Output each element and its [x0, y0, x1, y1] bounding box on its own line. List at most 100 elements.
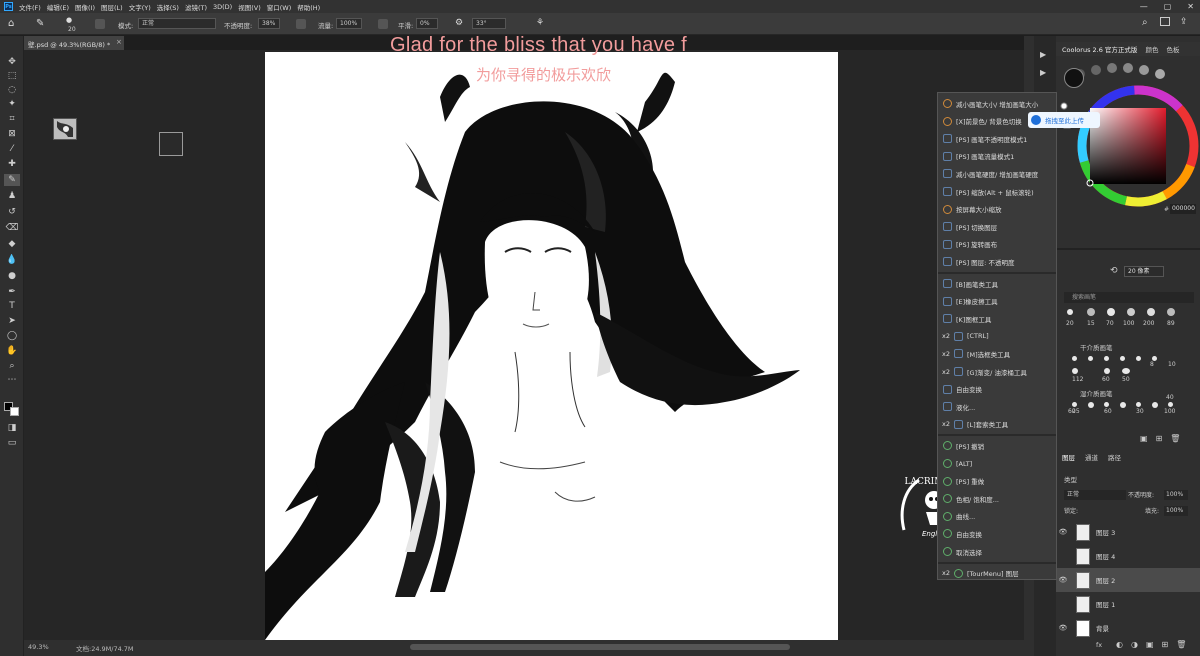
play-action-icon[interactable]: ▶ — [1040, 50, 1046, 59]
paint-bucket-icon[interactable]: ◆ — [4, 238, 20, 250]
tourmenu-item[interactable]: x2 [M]选框类工具 — [938, 345, 1056, 362]
tourmenu-item[interactable]: [PS] 图层: 不透明度 — [938, 253, 1056, 270]
path-select-icon[interactable]: ➤ — [4, 315, 20, 327]
layer-name[interactable]: 图层 4 — [1096, 551, 1115, 561]
visibility-eye-icon[interactable]: 👁 — [1056, 624, 1070, 632]
tourmenu-item[interactable]: x2 [CTRL] — [938, 328, 1056, 345]
fill-input[interactable]: 100% — [1164, 506, 1188, 516]
mode-select[interactable]: 正常 — [138, 18, 216, 29]
quick-mask-icon[interactable]: ◨ — [4, 422, 20, 434]
upload-tooltip[interactable]: 拖拽至此上传 — [1028, 112, 1100, 128]
symmetry-icon[interactable]: ⚘ — [536, 18, 544, 28]
pen-tool-icon[interactable]: ✒ — [4, 286, 20, 298]
document-tab[interactable]: 壁.psd @ 49.3%(RGB/8) * — [24, 36, 124, 50]
pressure-opacity-icon[interactable] — [296, 19, 306, 29]
brush-search-input[interactable]: 搜索画笔 — [1064, 292, 1194, 303]
visibility-eye-icon[interactable]: 👁 — [1056, 528, 1070, 536]
tab-swatches[interactable]: 色板 — [1166, 44, 1179, 54]
menu-layer[interactable]: 图层(L) — [101, 2, 123, 12]
trash-icon[interactable]: 🗑 — [1170, 434, 1180, 443]
tourmenu-item[interactable]: x2 [G]渐变/ 油漆桶工具 — [938, 363, 1056, 380]
foreground-color-circle[interactable] — [1064, 68, 1084, 88]
opacity-input[interactable]: 38% — [258, 18, 280, 29]
tourmenu-item[interactable]: 自由变换 — [938, 381, 1056, 398]
tourmenu-item[interactable]: [E]橡皮擦工具 — [938, 293, 1056, 310]
brush-group-wet-items[interactable]: 60 40 25 60 30 100 — [1068, 394, 1178, 420]
move-tool-icon[interactable]: ✥ — [4, 56, 20, 68]
folder-icon[interactable]: ▣ — [1140, 434, 1148, 443]
menu-window[interactable]: 窗口(W) — [267, 2, 292, 12]
brush-preset-row[interactable]: 20 15 70 100 200 89 — [1063, 305, 1200, 335]
search-icon[interactable]: ⌕ — [1142, 17, 1148, 28]
brush-preset-dot[interactable] — [1087, 308, 1095, 316]
trash-icon[interactable]: 🗑 — [1176, 640, 1186, 649]
tourmenu-item[interactable]: 色相/ 饱和度... — [938, 490, 1056, 507]
stamp-tool-icon[interactable]: ♟ — [4, 190, 20, 202]
menu-view[interactable]: 视图(V) — [238, 2, 261, 12]
layer-row[interactable]: 👁 背景 — [1056, 616, 1200, 640]
smooth-input[interactable]: 0% — [416, 18, 438, 29]
new-layer-icon[interactable]: ⊞ — [1162, 640, 1169, 649]
layer-name[interactable]: 图层 1 — [1096, 599, 1115, 609]
play-icon[interactable]: ▶ — [1040, 68, 1046, 77]
hand-tool-icon[interactable]: ✋ — [4, 345, 20, 357]
tourmenu-item[interactable]: [PS] 画笔流量模式1 — [938, 148, 1056, 165]
tourmenu-item[interactable]: 减小画笔大小/ 增加画笔大小 — [938, 95, 1056, 112]
brush-group-dry-items[interactable]: 8 10 112 60 50 — [1068, 354, 1178, 383]
more-tools-icon[interactable]: ⋯ — [4, 374, 20, 386]
tab-layers[interactable]: 图层 — [1062, 452, 1075, 462]
tourmenu-item[interactable]: x2 [L]套索类工具 — [938, 416, 1056, 433]
brush-preset-dot[interactable] — [1127, 308, 1135, 316]
tourmenu-item[interactable]: 减小画笔硬度/ 增加画笔硬度 — [938, 165, 1056, 182]
brush-preset-dot[interactable] — [1167, 308, 1175, 316]
marquee-tool-icon[interactable]: ⬚ — [4, 70, 20, 82]
gear-icon[interactable]: ⚙ — [455, 18, 463, 28]
tourmenu-item[interactable]: 自由变换 — [938, 525, 1056, 542]
horizontal-scrollbar[interactable] — [410, 644, 790, 650]
tourmenu-item[interactable]: 液化... — [938, 398, 1056, 415]
tourmenu-item[interactable]: 曲线... — [938, 508, 1056, 525]
minimize-button[interactable]: — — [1140, 2, 1148, 11]
blur-tool-icon[interactable]: 💧 — [4, 254, 20, 266]
eyedropper-tool-icon[interactable]: ⁄ — [4, 143, 20, 155]
new-brush-icon[interactable]: ⊞ — [1156, 434, 1163, 443]
brush-preset-dot[interactable] — [1107, 308, 1115, 316]
brush-group-wet[interactable]: 湿介质画笔 — [1080, 388, 1113, 398]
layer-row[interactable]: 👁 图层 3 — [1056, 520, 1200, 544]
brush-panel-toggle-icon[interactable] — [95, 19, 105, 29]
angle-input[interactable]: 33° — [472, 18, 506, 29]
flow-input[interactable]: 100% — [336, 18, 362, 29]
tourmenu-item[interactable]: 按屏幕大小缩放 — [938, 201, 1056, 218]
menu-edit[interactable]: 编辑(E) — [47, 2, 69, 12]
menu-type[interactable]: 文字(Y) — [129, 2, 151, 12]
crop-tool-icon[interactable]: ⌗ — [4, 113, 20, 125]
zoom-tool-icon[interactable]: ⌕ — [4, 360, 20, 372]
blend-mode-select[interactable]: 正常 — [1064, 490, 1126, 500]
tourmenu-item[interactable]: [PS] 旋转画布 — [938, 236, 1056, 253]
menu-filter[interactable]: 滤镜(T) — [185, 2, 207, 12]
tourmenu-item[interactable]: [ALT] — [938, 455, 1056, 472]
brush-preset-dot[interactable] — [1067, 309, 1073, 315]
close-button[interactable]: ✕ — [1187, 2, 1194, 11]
layer-name[interactable]: 图层 3 — [1096, 527, 1115, 537]
tab-color[interactable]: 颜色 — [1145, 44, 1158, 54]
layer-row[interactable]: 图层 1 — [1056, 592, 1200, 616]
magic-wand-tool-icon[interactable]: ✦ — [4, 98, 20, 110]
tourmenu-item[interactable]: [B]画笔类工具 — [938, 275, 1056, 292]
menu-file[interactable]: 文件(F) — [19, 2, 41, 12]
fx-button[interactable]: fx — [1096, 641, 1102, 649]
layer-opacity-input[interactable]: 100% — [1164, 490, 1188, 500]
layer-name[interactable]: 图层 2 — [1096, 575, 1115, 585]
layer-row[interactable]: 图层 4 — [1056, 544, 1200, 568]
layer-name[interactable]: 背景 — [1096, 623, 1109, 633]
zoom-level[interactable]: 49.3% — [28, 643, 49, 651]
layer-row-selected[interactable]: 👁 图层 2 — [1056, 568, 1200, 592]
filter-kind-label[interactable]: 类型 — [1064, 474, 1077, 484]
menu-3d[interactable]: 3D(D) — [213, 3, 232, 11]
tab-paths[interactable]: 路径 — [1108, 452, 1121, 462]
document-canvas[interactable] — [265, 52, 838, 640]
share-icon[interactable]: ⇪ — [1180, 17, 1188, 27]
history-brush-icon[interactable]: ↺ — [4, 206, 20, 218]
tab-coolorus[interactable]: Coolorus 2.6 官方正式版 — [1062, 44, 1137, 54]
type-tool-icon[interactable]: T — [4, 300, 20, 312]
